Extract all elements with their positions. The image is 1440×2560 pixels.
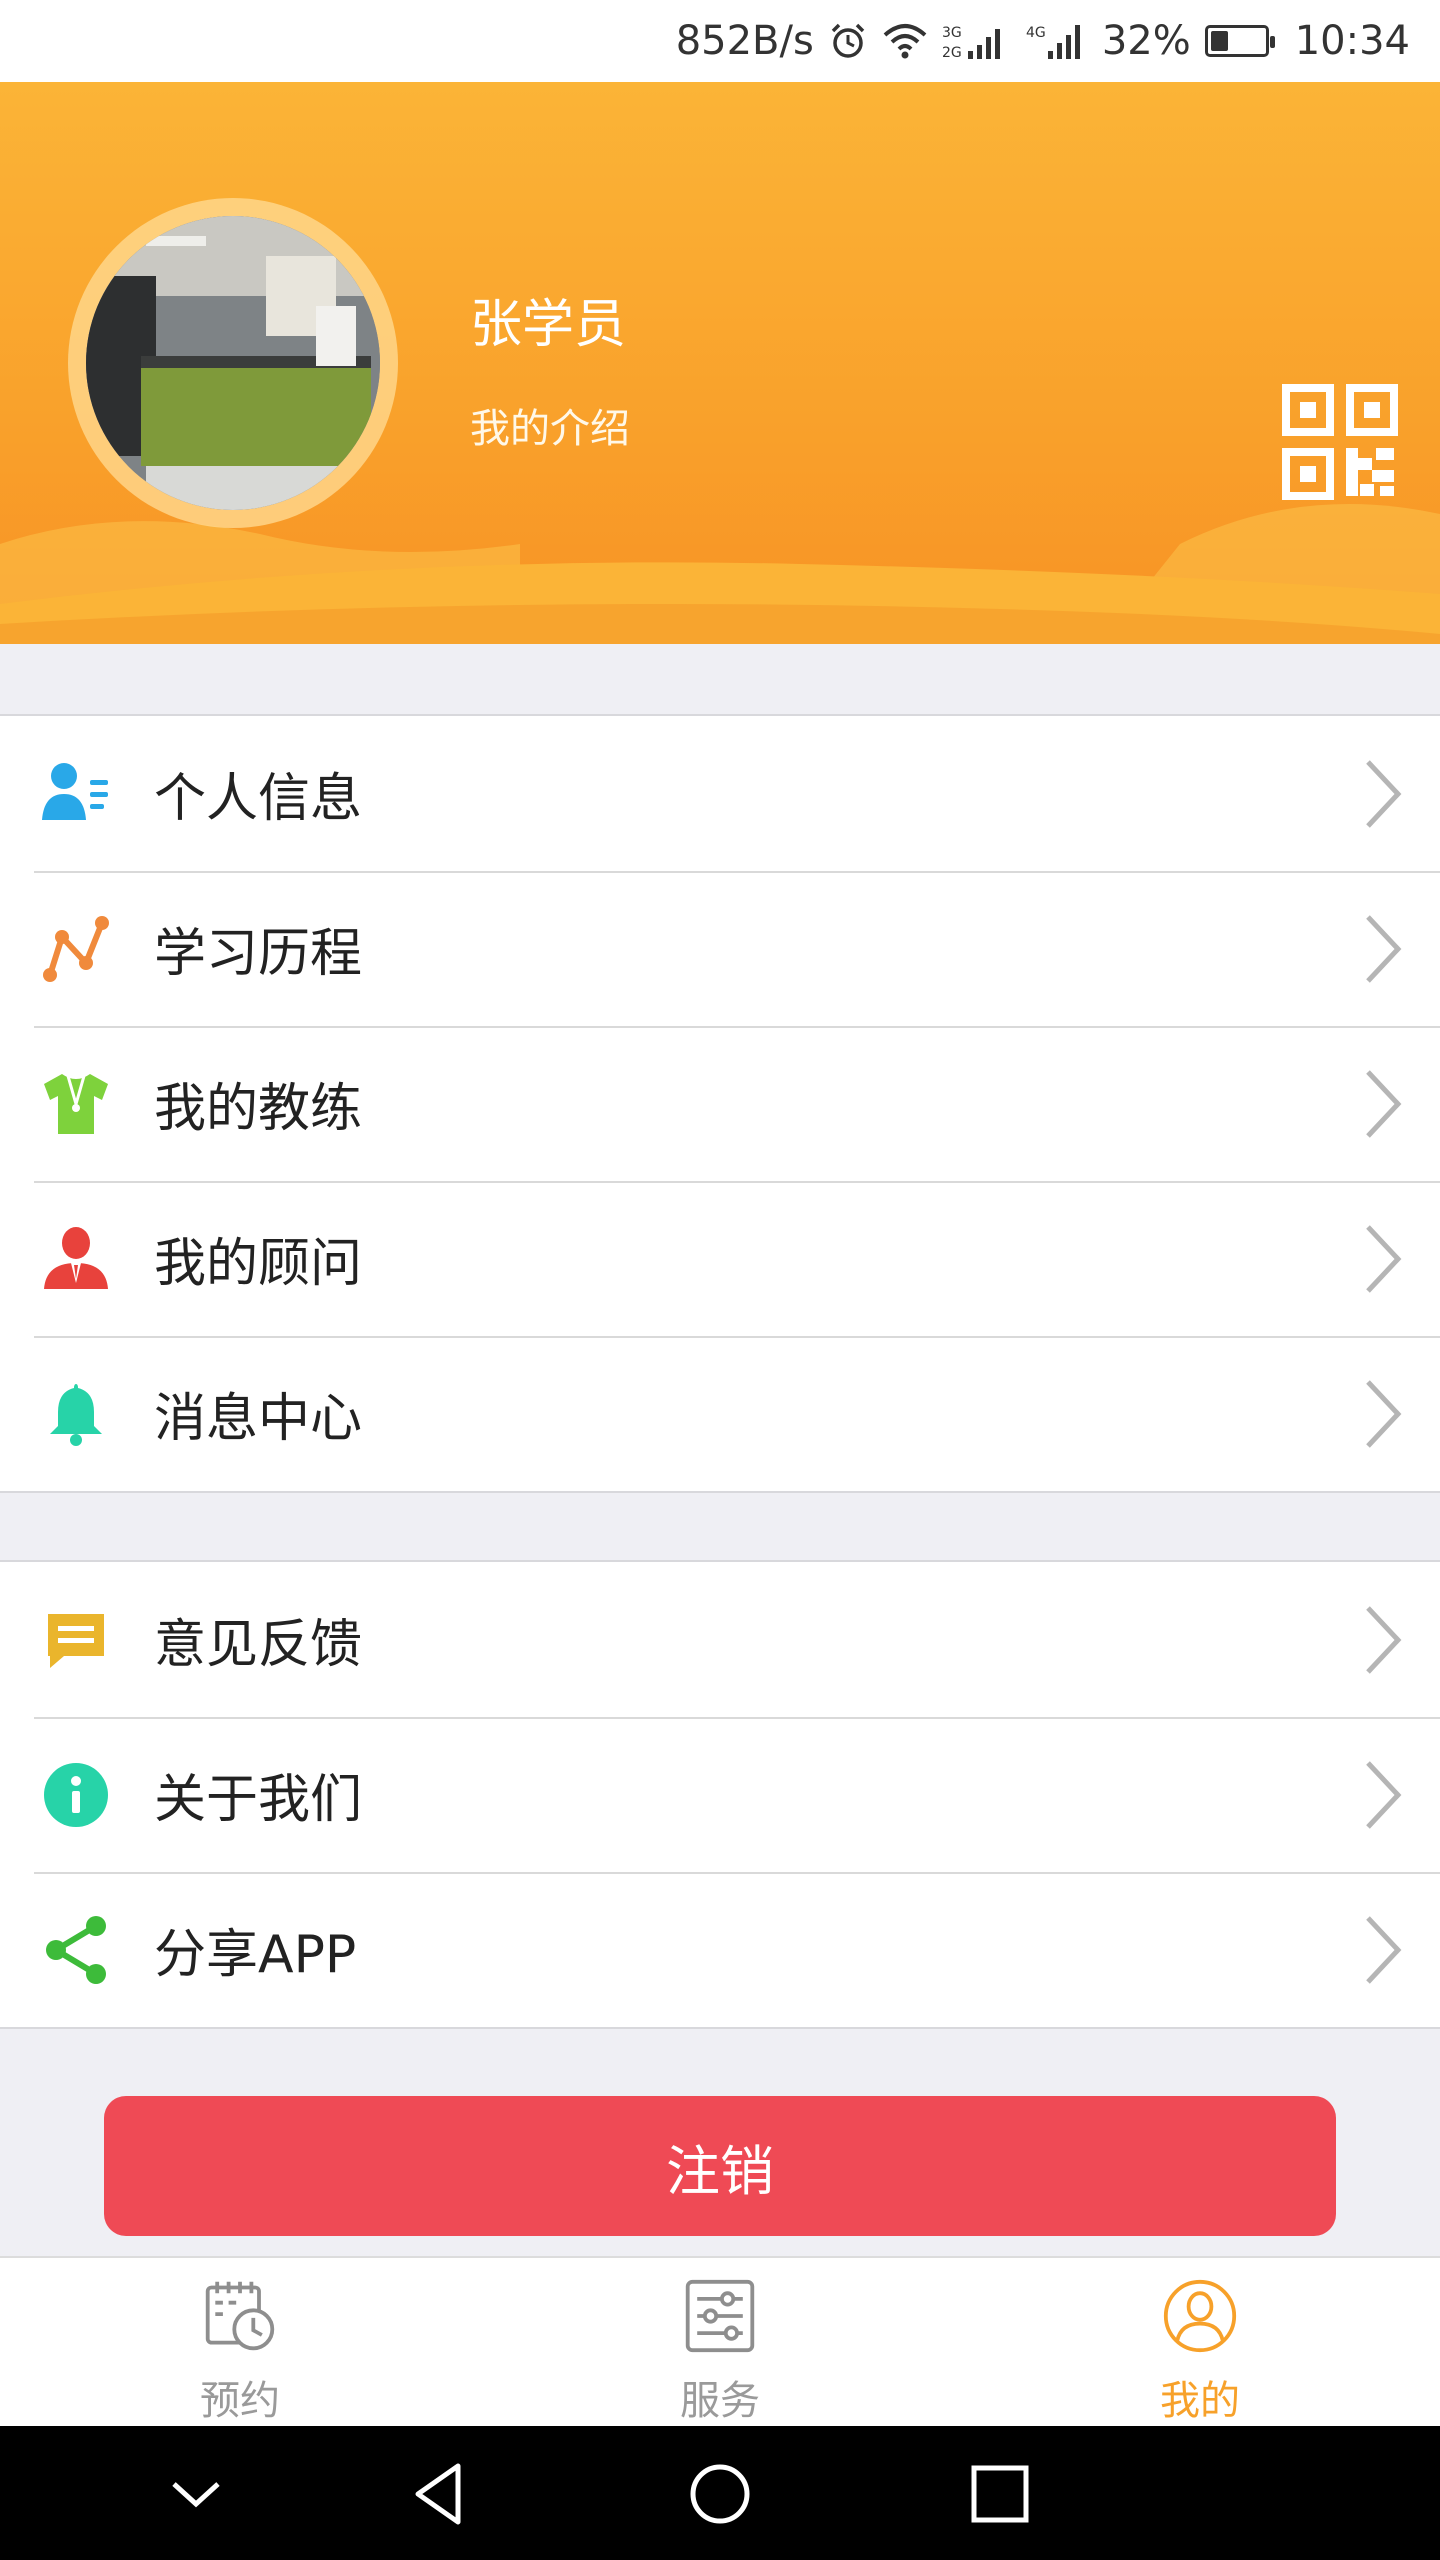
chevron-right-icon: [1366, 1224, 1402, 1293]
menu-item-learning-history[interactable]: 学习历程: [0, 871, 1440, 1026]
status-bar: 852B/s 3G 2G 4G 32% 10:34: [0, 0, 1440, 82]
logout-button[interactable]: 注销: [104, 2096, 1336, 2236]
person-info-icon: [36, 754, 116, 834]
menu-label: 个人信息: [154, 769, 363, 829]
qr-code-icon[interactable]: [1280, 382, 1400, 502]
sliders-icon: [685, 2279, 755, 2353]
home-circle-icon[interactable]: [682, 2456, 758, 2532]
tab-service[interactable]: 服务: [480, 2258, 960, 2426]
chevron-right-icon: [1366, 759, 1402, 828]
chevron-right-icon: [1366, 1605, 1402, 1674]
menu-group-other: 意见反馈 关于我们 分享APP: [0, 1560, 1440, 2029]
menu-label: 关于我们: [154, 1770, 363, 1830]
feedback-icon: [36, 1600, 116, 1680]
avatar[interactable]: [86, 216, 380, 510]
menu-item-personal-info[interactable]: 个人信息: [0, 716, 1440, 871]
menu-item-about-us[interactable]: 关于我们: [0, 1717, 1440, 1872]
svg-text:4G: 4G: [1026, 25, 1046, 41]
recents-square-icon[interactable]: [962, 2456, 1038, 2532]
net-speed: 852B/s: [675, 18, 814, 64]
tab-label: 服务: [680, 2378, 760, 2424]
menu-label: 分享APP: [154, 1925, 357, 1985]
menu-item-my-advisor[interactable]: 我的顾问: [0, 1181, 1440, 1336]
chevron-right-icon: [1366, 914, 1402, 983]
user-circle-icon: [1163, 2279, 1237, 2353]
chevron-right-icon: [1366, 1379, 1402, 1448]
menu-label: 消息中心: [154, 1389, 363, 1449]
alarm-icon: [828, 21, 868, 61]
tab-label: 预约: [200, 2378, 280, 2424]
menu-label: 意见反馈: [154, 1615, 363, 1675]
signal-3g-icon: 3G 2G: [942, 21, 1012, 61]
menu-label: 我的顾问: [154, 1234, 363, 1294]
svg-text:2G: 2G: [942, 45, 962, 61]
clock: 10:34: [1294, 18, 1410, 64]
chevron-right-icon: [1366, 1069, 1402, 1138]
advisor-icon: [36, 1219, 116, 1299]
bottom-tab-bar: 预约 服务 我的: [0, 2256, 1440, 2426]
menu-label: 学习历程: [154, 924, 363, 984]
menu-item-message-center[interactable]: 消息中心: [0, 1336, 1440, 1491]
user-intro[interactable]: 我的介绍: [470, 396, 630, 454]
battery-icon: [1204, 25, 1275, 57]
svg-text:3G: 3G: [942, 25, 962, 41]
menu-item-my-coach[interactable]: 我的教练: [0, 1026, 1440, 1181]
hide-keyboard-chevron-icon[interactable]: [158, 2456, 234, 2532]
chevron-right-icon: [1366, 1760, 1402, 1829]
bell-icon: [36, 1374, 116, 1454]
avatar-photo: [86, 216, 380, 510]
progress-line-icon: [36, 909, 116, 989]
share-icon: [36, 1910, 116, 1990]
tab-booking[interactable]: 预约: [0, 2258, 480, 2426]
wifi-icon: [882, 21, 928, 61]
user-name: 张学员: [470, 295, 627, 355]
chevron-right-icon: [1366, 1915, 1402, 1984]
menu-label: 我的教练: [154, 1079, 363, 1139]
back-triangle-icon[interactable]: [402, 2456, 478, 2532]
menu-item-share-app[interactable]: 分享APP: [0, 1872, 1440, 2027]
battery-percent: 32%: [1101, 18, 1191, 64]
signal-4g-icon: 4G: [1026, 21, 1088, 61]
calendar-clock-icon: [205, 2281, 275, 2351]
menu-item-feedback[interactable]: 意见反馈: [0, 1562, 1440, 1717]
info-icon: [36, 1755, 116, 1835]
tab-mine[interactable]: 我的: [960, 2258, 1440, 2426]
tab-label: 我的: [1160, 2378, 1240, 2424]
coach-shirt-icon: [36, 1064, 116, 1144]
system-nav-bar: [0, 2426, 1440, 2560]
profile-page: 852B/s 3G 2G 4G 32% 10:34 张学员 我的介绍 个人信息 …: [0, 0, 1440, 2560]
menu-group-main: 个人信息 学习历程 我的教练 我的顾问 消息中心: [0, 714, 1440, 1493]
profile-header: 张学员 我的介绍: [0, 82, 1440, 644]
